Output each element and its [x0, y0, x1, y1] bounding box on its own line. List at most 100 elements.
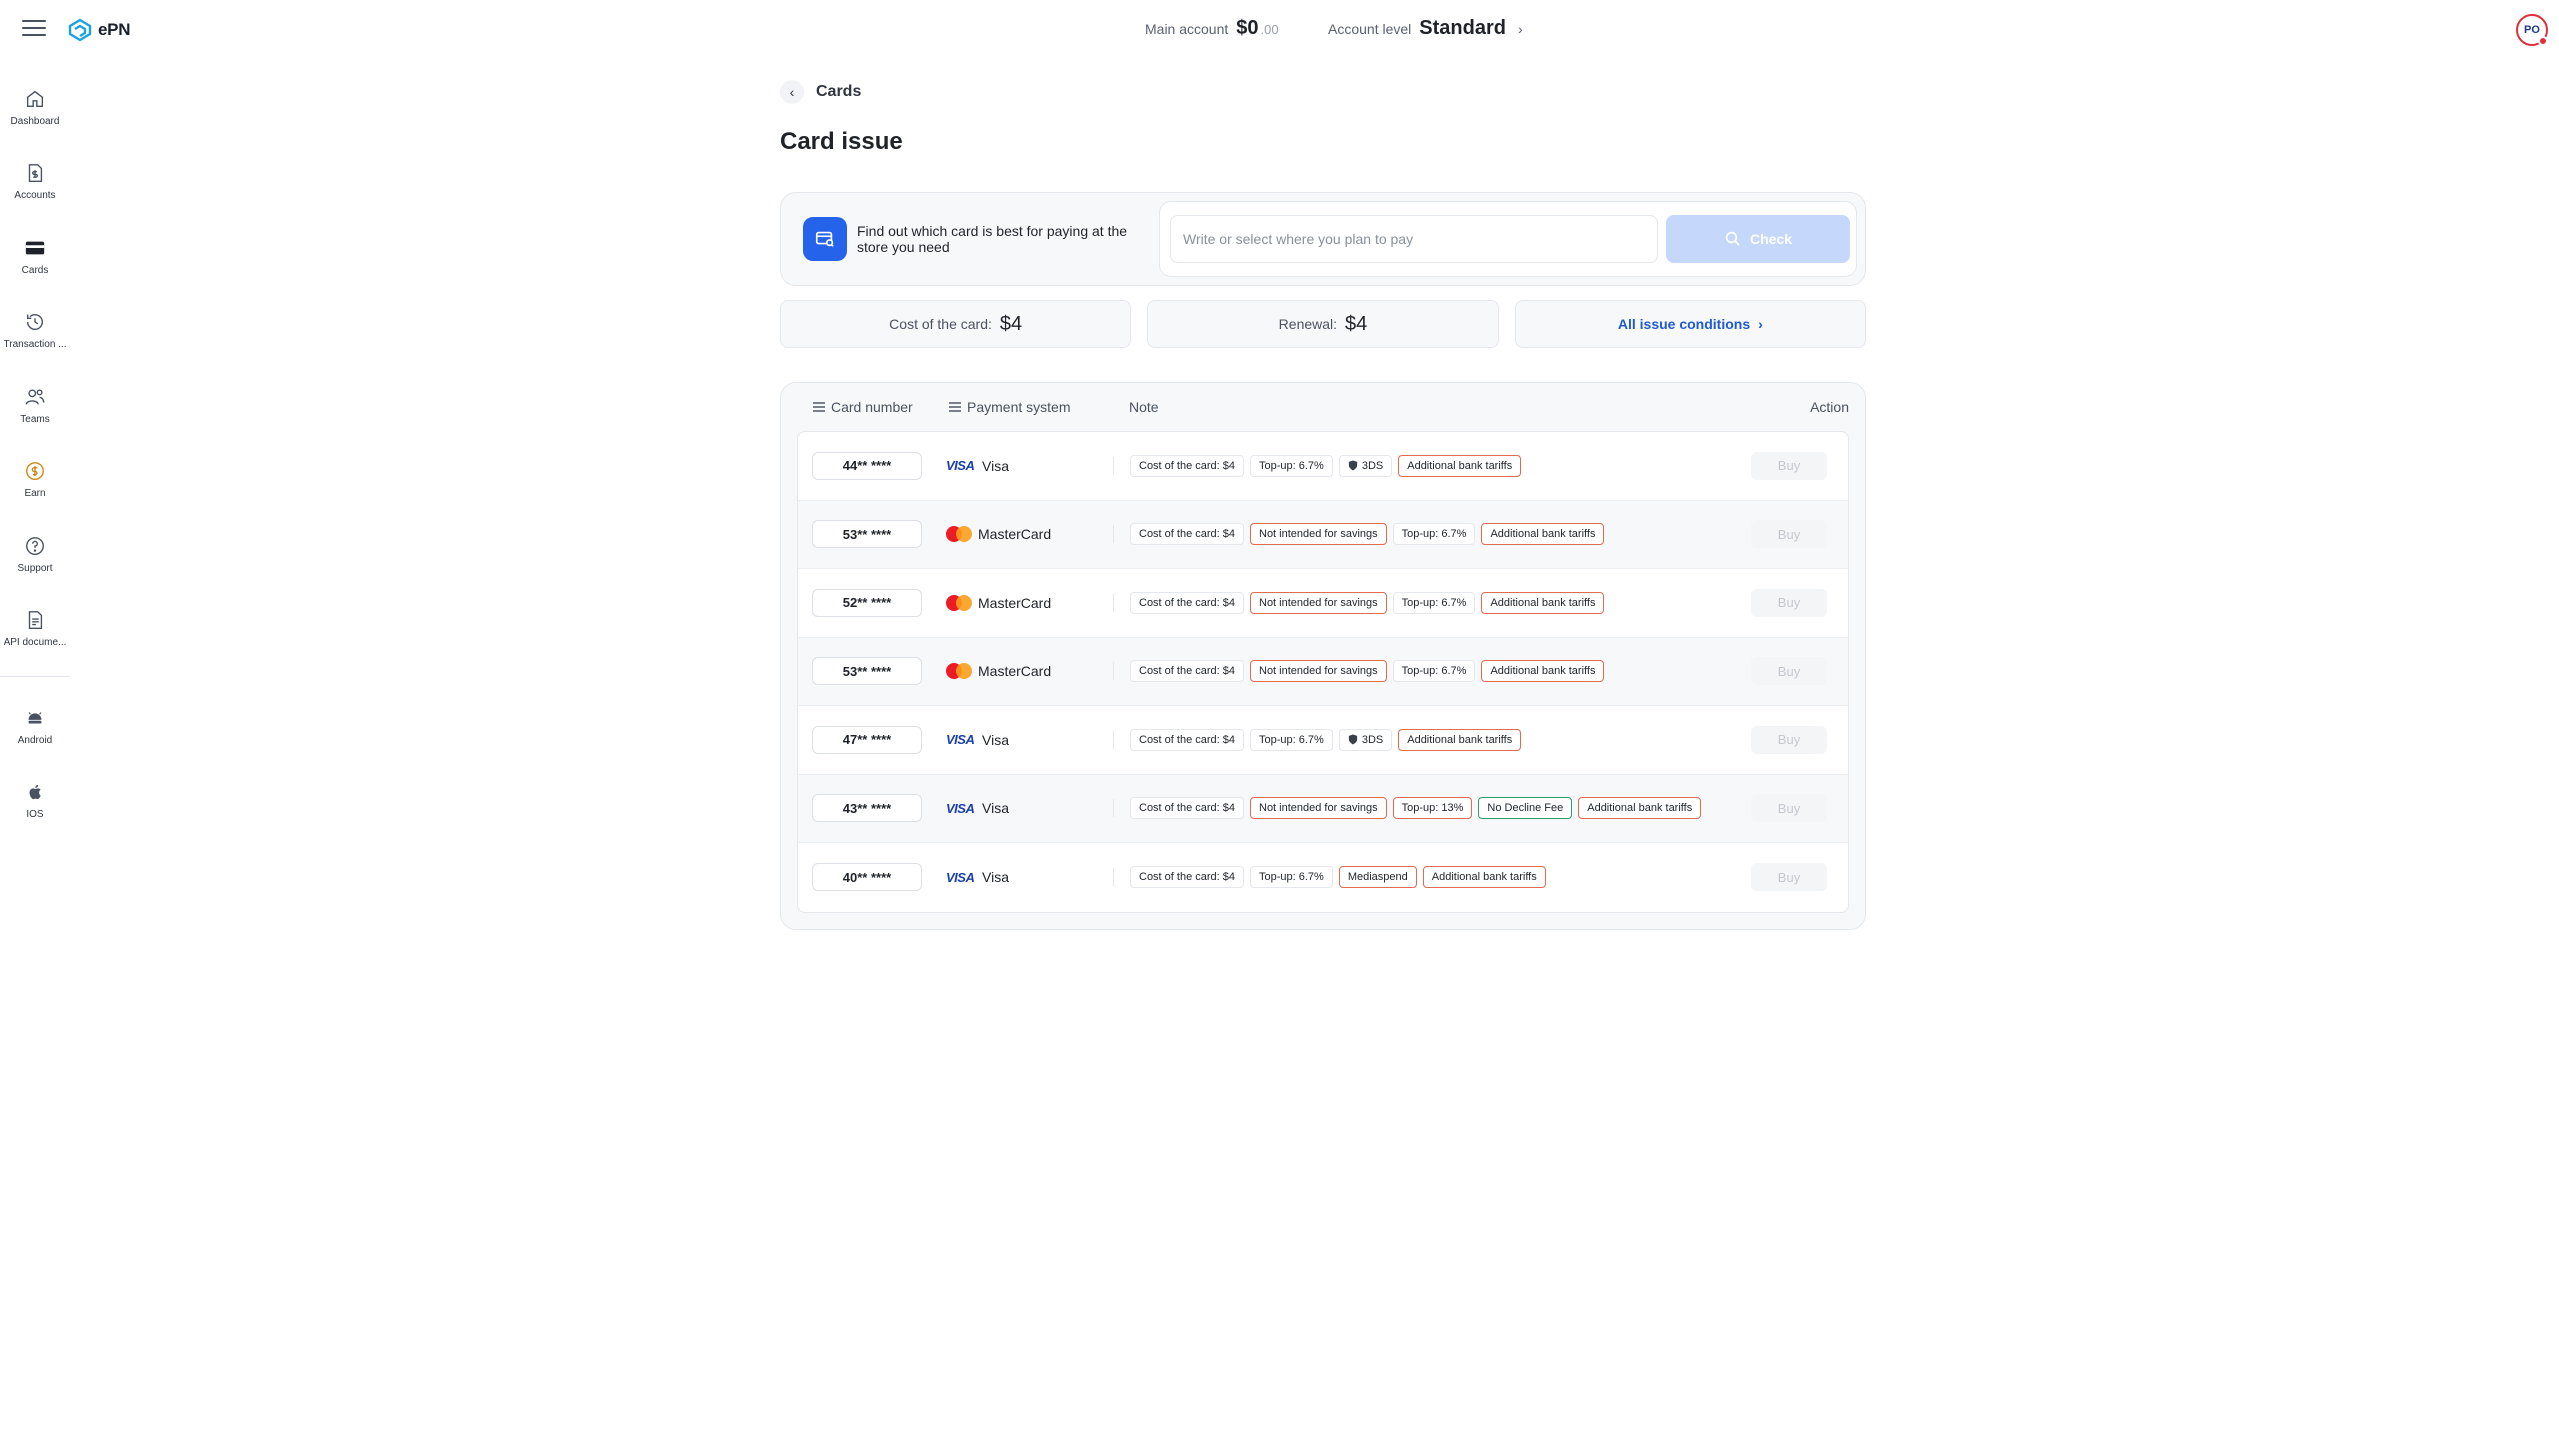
note-tag-text: Cost of the card: $4 [1139, 596, 1235, 609]
action-cell: Buy [1734, 794, 1844, 823]
breadcrumb-cards[interactable]: Cards [816, 83, 861, 101]
card-number-cell: 53** **** [798, 520, 946, 549]
main-content: ‹ Cards Card issue Find out which card i… [780, 78, 1866, 930]
action-cell: Buy [1734, 725, 1844, 754]
sidebar-item-transactions[interactable]: Transaction ... [0, 294, 70, 369]
buy-button[interactable]: Buy [1751, 657, 1827, 686]
note-tag-text: Top-up: 6.7% [1259, 733, 1324, 746]
note-tag: Additional bank tariffs [1481, 660, 1605, 683]
notification-dot [2538, 36, 2548, 46]
note-tag-text: Cost of the card: $4 [1139, 802, 1235, 815]
table-row: 53** **** MasterCard Cost of the card: $4 N… [798, 637, 1848, 706]
payment-system-name: MasterCard [978, 526, 1052, 543]
note-tag: Top-up: 6.7% [1392, 660, 1476, 683]
payment-system-cell: MasterCard [946, 593, 1114, 612]
note-tag: Cost of the card: $4 [1130, 523, 1244, 546]
sidebar-item-android[interactable]: Android [0, 689, 70, 764]
mastercard-logo-icon [946, 594, 972, 611]
table-row: 47** **** VISA Visa Cost of the card: $4 Top… [798, 706, 1848, 775]
back-button[interactable]: ‹ [780, 80, 804, 104]
payment-system-cell: MasterCard [946, 662, 1114, 681]
column-card-number[interactable]: Card number [797, 399, 945, 415]
all-issue-conditions-link[interactable]: All issue conditions › [1618, 316, 1763, 332]
sidebar-item-label: Teams [20, 413, 50, 425]
buy-button[interactable]: Buy [1751, 725, 1827, 754]
note-tag-text: Additional bank tariffs [1431, 871, 1537, 884]
main-account-cents: .00 [1260, 22, 1279, 37]
note-cell: Cost of the card: $4 Not intended for sav… [1114, 523, 1734, 546]
note-tag: Cost of the card: $4 [1130, 728, 1244, 751]
issue-conditions-stat[interactable]: All issue conditions › [1514, 300, 1866, 348]
chevron-right-icon: › [1517, 21, 1523, 37]
logo[interactable]: ePN [66, 16, 130, 44]
column-payment-system-label: Payment system [967, 399, 1071, 415]
note-tag: No Decline Fee [1478, 797, 1573, 820]
sidebar-item-label: Android [17, 734, 53, 746]
column-note: Note [1129, 399, 1739, 415]
sidebar-item-cards[interactable]: Cards [0, 219, 70, 294]
note-tag: Top-up: 6.7% [1250, 454, 1333, 477]
buy-button[interactable]: Buy [1751, 588, 1827, 617]
sort-icon [813, 402, 825, 412]
document-icon [28, 611, 43, 630]
table-row: 52** **** MasterCard Cost of the card: $4 N… [798, 569, 1848, 638]
account-level[interactable]: Account level Standard › [1328, 17, 1523, 40]
logo-text: ePN [98, 20, 131, 39]
buy-button[interactable]: Buy [1751, 520, 1827, 549]
card-cost-stat: Cost of the card: $4 [780, 300, 1132, 348]
payment-system-name: MasterCard [978, 663, 1052, 680]
card-cost-label: Cost of the card: [889, 316, 992, 332]
breadcrumb: ‹ Cards [780, 78, 1866, 106]
card-stats: Cost of the card: $4 Renewal: $4 All iss… [780, 300, 1866, 348]
sidebar-item-label: Accounts [14, 190, 56, 202]
all-issue-conditions-label: All issue conditions [1617, 316, 1751, 332]
sidebar-item-label: Cards [21, 264, 49, 276]
page-title: Card issue [780, 128, 903, 155]
card-icon [25, 241, 45, 255]
buy-button[interactable]: Buy [1751, 863, 1827, 892]
buy-button[interactable]: Buy [1751, 451, 1827, 480]
sidebar-item-teams[interactable]: Teams [0, 368, 70, 443]
card-number-cell: 43** **** [798, 794, 946, 823]
mastercard-logo-icon [946, 526, 972, 543]
shield-icon [1348, 734, 1357, 745]
main-account[interactable]: Main account $0 .00 [1145, 17, 1279, 40]
note-tag: 3DS [1338, 454, 1393, 477]
action-cell: Buy [1734, 588, 1844, 617]
note-tag-text: Additional bank tariffs [1490, 528, 1596, 541]
note-tag-text: Cost of the card: $4 [1139, 871, 1235, 884]
menu-icon[interactable] [22, 20, 46, 38]
card-number: 43** **** [812, 794, 922, 823]
payment-system-name: Visa [982, 731, 1009, 748]
note-cell: Cost of the card: $4 Not intended for sav… [1114, 797, 1734, 820]
sidebar-item-earn[interactable]: Earn [0, 443, 70, 518]
check-button[interactable]: Check [1666, 215, 1850, 263]
sidebar-item-dashboard[interactable]: Dashboard [0, 70, 70, 145]
note-tag-text: Additional bank tariffs [1587, 802, 1693, 815]
note-tag: Additional bank tariffs [1398, 454, 1522, 477]
column-note-label: Note [1129, 399, 1159, 415]
chevron-left-icon: ‹ [789, 84, 795, 100]
card-number: 52** **** [812, 588, 922, 617]
card-number-cell: 52** **** [798, 588, 946, 617]
android-icon [28, 711, 42, 724]
payment-system-cell: VISA Visa [946, 868, 1114, 887]
note-cell: Cost of the card: $4 Not intended for sav… [1114, 591, 1734, 614]
sidebar-item-support[interactable]: Support [0, 517, 70, 592]
sort-icon [949, 402, 961, 412]
sidebar-item-api-docs[interactable]: API docume... [0, 592, 70, 667]
sidebar-item-ios[interactable]: IOS [0, 764, 70, 839]
column-action-label: Action [1810, 399, 1849, 415]
table-row: 44** **** VISA Visa Cost of the card: $4 Top… [798, 432, 1848, 501]
check-button-label: Check [1749, 231, 1793, 247]
avatar[interactable]: PO [2516, 14, 2548, 46]
note-tag: Additional bank tariffs [1422, 866, 1546, 889]
buy-button[interactable]: Buy [1751, 794, 1827, 823]
note-tag: Not intended for savings [1250, 660, 1387, 683]
column-payment-system[interactable]: Payment system [945, 399, 1129, 415]
store-search-input[interactable] [1170, 215, 1658, 263]
sidebar-item-accounts[interactable]: Accounts [0, 145, 70, 220]
card-cost-value: $4 [999, 312, 1023, 335]
payment-system-name: MasterCard [978, 594, 1052, 611]
note-tag: 3DS [1338, 728, 1393, 751]
